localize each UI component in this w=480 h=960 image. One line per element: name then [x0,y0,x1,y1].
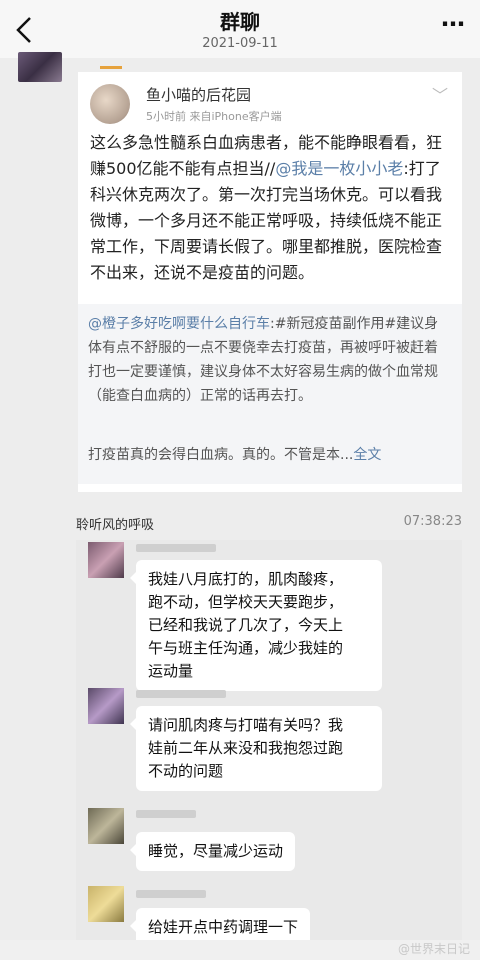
post-author-name[interactable]: 鱼小喵的后花园 [146,84,251,105]
reposted-content[interactable]: @橙子多好吃啊要什么自行车:#新冠疫苗副作用#建议身体有点不舒服的一点不要侥幸去… [78,304,462,484]
chat-screenshot-image[interactable]: 我娃八月底打的，肌肉酸疼， 跑不动，但学校天天要跑步， 已经和我说了几次了，今天… [76,540,462,947]
accent-mark [100,66,122,69]
message-sender-name: 聆听风的呼吸 [76,518,155,533]
chat-bubble: 请问肌肉疼与打喵有关吗？我 娃前二年从来没和我抱怨过跑 不动的问题 [130,706,382,791]
chat-name-blur [136,690,226,698]
weibo-post-card[interactable]: 鱼小喵的后花园 5小时前 来自iPhone客户端 ﹀ 这么多急性髓系白血病患者，… [78,72,462,492]
repost-mention-link[interactable]: @橙子多好吃啊要什么自行车 [88,316,270,332]
chat-title: 群聊 [220,10,260,34]
chat-avatar [88,542,124,578]
post-text: 这么多急性髓系白血病患者，能不能睁眼看看，狂赚500亿能不能有点担当//@我是一… [90,130,454,286]
post-author-avatar[interactable] [90,84,130,124]
chat-name-blur [136,544,216,552]
chat-avatar [88,886,124,922]
chat-date: 2021-09-11 [202,36,278,51]
chat-name-blur [136,890,206,898]
chat-name-blur [136,810,196,818]
post-meta: 5小时前 来自iPhone客户端 [146,110,282,123]
repost-excerpt: 打疫苗真的会得白血病。真的。不管是本...全文 [88,444,450,464]
mention-link[interactable]: @我是一枚小小老 [275,159,403,178]
chat-avatar [88,688,124,724]
chat-bubble: 睡觉，尽量减少运动 [129,832,296,871]
repost-excerpt-text: 打疫苗真的会得白血病。真的。不管是本... [88,447,354,463]
chat-avatar [88,808,124,844]
repost-text: @橙子多好吃啊要什么自行车:#新冠疫苗副作用#建议身体有点不舒服的一点不要侥幸去… [88,312,450,408]
message-time: 07:38:23 [403,514,462,529]
chat-bubble: 我娃八月底打的，肌肉酸疼， 跑不动，但学校天天要跑步， 已经和我说了几次了，今天… [130,560,382,691]
avatar[interactable] [18,52,62,82]
chevron-down-icon[interactable]: ﹀ [432,82,448,106]
watermark: @世界末日记 [397,942,470,956]
more-options-icon[interactable]: ⋯ [441,10,466,38]
full-text-link[interactable]: 全文 [353,447,381,463]
chat-header: 群聊 2021-09-11 ⋯ [0,0,480,58]
